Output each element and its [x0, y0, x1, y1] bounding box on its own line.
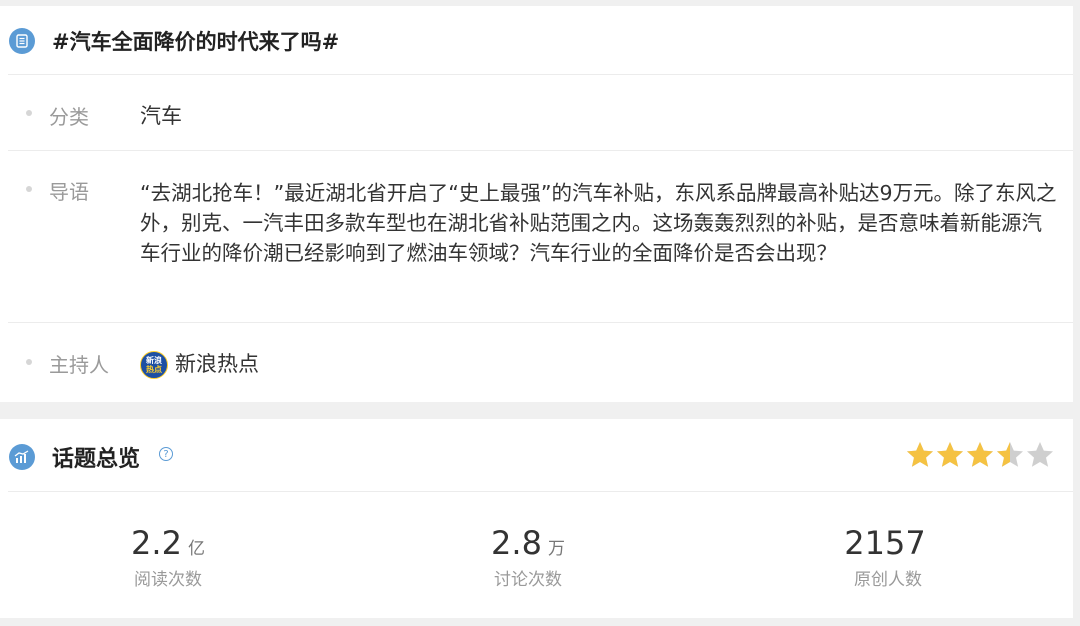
divider: [8, 322, 1073, 323]
divider: [8, 491, 1073, 492]
stat-value: 2157: [844, 524, 926, 562]
star-icon: [1027, 442, 1053, 467]
stat-discussions: 2.8 万 讨论次数: [418, 523, 638, 590]
stat-label: 原创人数: [854, 570, 922, 590]
star-icon: [907, 442, 933, 467]
bullet-dot: [26, 110, 32, 116]
category-value[interactable]: 汽车: [140, 100, 182, 130]
category-label: 分类: [49, 105, 89, 129]
topic-title[interactable]: #汽车全面降价的时代来了吗#: [52, 26, 339, 56]
stat-reads: 2.2 亿 阅读次数: [58, 523, 278, 590]
topic-info-card: #汽车全面降价的时代来了吗# 分类 汽车 导语 “去湖北抢车！”最近湖北省开启了…: [0, 6, 1073, 402]
star-icon: [937, 442, 963, 467]
avatar-text-bottom: 热点: [146, 365, 162, 374]
divider: [8, 74, 1073, 75]
bullet-dot: [26, 359, 32, 365]
stat-value: 2.8: [491, 524, 542, 562]
document-icon: [9, 28, 35, 54]
stat-value: 2.2: [131, 524, 182, 562]
intro-text: “去湖北抢车！”最近湖北省开启了“史上最强”的汽车补贴，东风系品牌最高补贴达9万…: [140, 181, 1057, 265]
chart-icon: [9, 444, 35, 470]
rating-stars: [905, 440, 1055, 470]
overview-title: 话题总览: [52, 447, 141, 472]
stat-label: 阅读次数: [134, 570, 202, 590]
stat-unit: 万: [547, 539, 565, 559]
stat-label: 讨论次数: [494, 570, 562, 590]
help-icon[interactable]: ?: [159, 447, 173, 461]
star-icon: [967, 442, 993, 467]
divider: [8, 150, 1073, 151]
host-label: 主持人: [49, 353, 109, 377]
stat-original-authors: 2157 原创人数: [778, 523, 998, 590]
bullet-dot: [26, 186, 32, 192]
star-icon: [997, 442, 1023, 467]
avatar-text-top: 新浪: [146, 356, 162, 365]
topic-overview-card: 话题总览 ? 2.2 亿 阅读次数 2.8 万 讨论次数 2157 原创人数: [0, 419, 1073, 618]
host-name[interactable]: 新浪热点: [175, 348, 259, 378]
intro-label: 导语: [49, 180, 89, 204]
host-avatar[interactable]: 新浪 热点: [140, 351, 168, 379]
stat-unit: 亿: [187, 539, 205, 559]
